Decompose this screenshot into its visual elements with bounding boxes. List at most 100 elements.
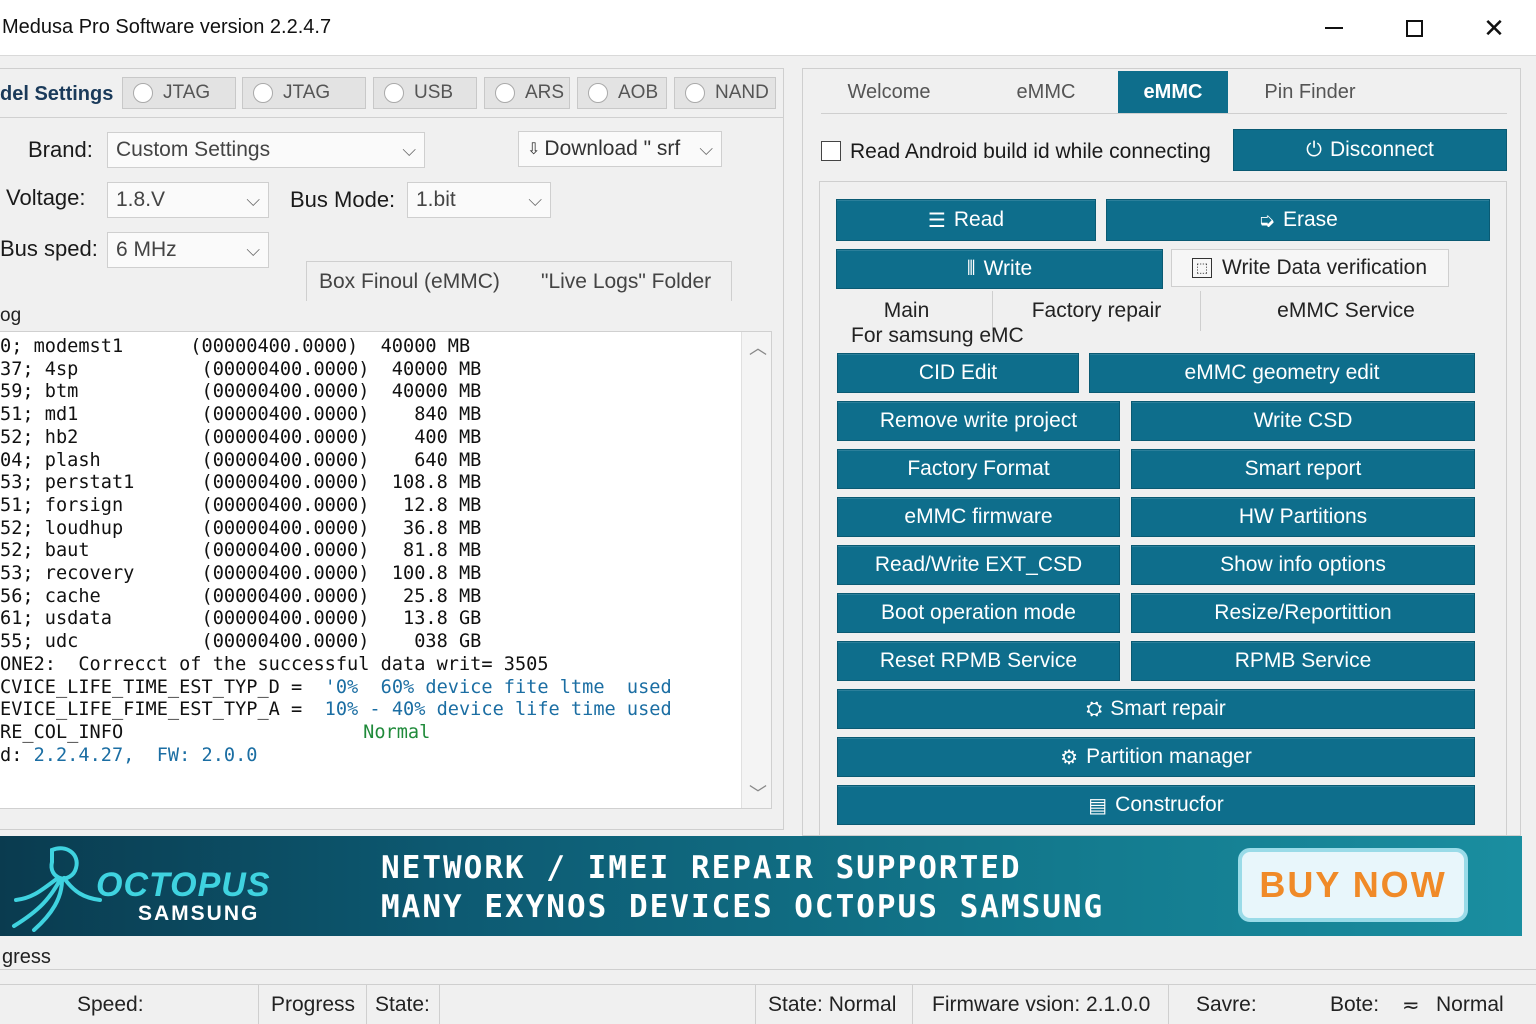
write-verify-checkbox[interactable]: ⬚ Write Data verification [1171, 249, 1449, 287]
connection-tabs: del Settings JTAG JTAG USB ARS AOB NAND [0, 75, 784, 109]
erase-button[interactable]: ➭ Erase [1106, 199, 1490, 241]
disconnect-button[interactable]: ⏻ Disconnect [1233, 129, 1507, 171]
busspeed-select[interactable]: 6 MHz ⌵ [107, 232, 269, 268]
maximize-button[interactable] [1374, 0, 1454, 56]
power-icon: ⏻ [1306, 138, 1322, 161]
write-csd-button[interactable]: Write CSD [1131, 401, 1475, 441]
rw-ext-csd-button[interactable]: Read/Write EXT_CSD [837, 545, 1120, 585]
log-line: d: 2.2.4.27, FW: 2.0.0 [0, 745, 672, 768]
log-label: og [0, 305, 22, 326]
write-button[interactable]: ⦀ Write [836, 249, 1163, 289]
show-info-options-button[interactable]: Show info options [1131, 545, 1475, 585]
tab-label: JTAG [283, 82, 331, 103]
hw-partitions-button[interactable]: HW Partitions [1131, 497, 1475, 537]
radio-icon [588, 83, 608, 103]
boot-operation-mode-button[interactable]: Boot operation mode [837, 593, 1120, 633]
log-line: ONE2: Correcct of the successful data wr… [0, 653, 549, 675]
menu-icon[interactable]: ≂ [1402, 993, 1420, 1018]
chevron-down-icon: ⌵ [402, 140, 416, 160]
samsung-label: For samsung eMC [851, 324, 1024, 347]
constructor-button[interactable]: ▤ Construcfor [837, 785, 1475, 825]
chevron-down-icon: ⌵ [699, 139, 713, 159]
re-col-info: RE_COL_INFO [0, 721, 124, 743]
busmode-value: 1.bit [416, 188, 456, 211]
state-normal: State: Normal [768, 993, 897, 1016]
buy-now-button[interactable]: BUY NOW [1238, 848, 1468, 922]
tab-label: USB [414, 82, 454, 103]
separator [755, 985, 756, 1024]
cid-edit-button[interactable]: CID Edit [837, 353, 1079, 393]
android-id-checkbox[interactable] [821, 141, 841, 161]
maximize-icon [1405, 19, 1423, 37]
window-title: Medusa Pro Software version 2.2.4.7 [2, 16, 332, 38]
tab-emmc-2[interactable]: eMMC [1118, 71, 1228, 113]
mode-normal: Normal [1436, 993, 1504, 1016]
divider [821, 113, 1507, 114]
erase-icon: ➭ [1258, 209, 1275, 232]
checkbox-icon: ⬚ [1192, 258, 1212, 278]
divider [0, 117, 784, 118]
download-select[interactable]: ⇩ Download " srf ⌵ [518, 131, 722, 167]
reset-rpmb-button[interactable]: Reset RPMB Service [837, 641, 1120, 681]
read-button[interactable]: ☰ Read [836, 199, 1096, 241]
voltage-value: 1.8.V [116, 188, 166, 211]
status-normal: Normal [363, 721, 431, 743]
log-line: EVICE_LIFE_FIME_EST_TYP_A = 10% - 40% de… [0, 699, 672, 722]
remove-write-project-button[interactable]: Remove write project [837, 401, 1120, 441]
logo-subtitle: SAMSUNG [138, 902, 260, 925]
chevron-down-icon: ⌵ [246, 240, 260, 260]
status-bar: Speed: Progress State: State: Normal Fir… [0, 984, 1536, 1024]
tab-factory-repair[interactable]: Factory repair [993, 291, 1201, 331]
factory-format-button[interactable]: Factory Format [837, 449, 1120, 489]
tab-welcome[interactable]: Welcome [823, 71, 955, 113]
rpmb-service-button[interactable]: RPMB Service [1131, 641, 1475, 681]
voltage-label: Voltage: [6, 185, 86, 210]
tab-jtag-1[interactable]: JTAG [122, 77, 236, 109]
write-verify-label: Write Data verification [1222, 256, 1428, 279]
life-val-a: 10% - 40% device life time used [313, 699, 672, 721]
separator [439, 985, 440, 1024]
log-line: 59; btm (00000400.0000) 40000 MB [0, 381, 482, 403]
save-label: Savre: [1196, 993, 1257, 1016]
tab-ars[interactable]: ARS [484, 77, 570, 109]
smart-report-button[interactable]: Smart report [1131, 449, 1475, 489]
write-label: Write [983, 257, 1033, 280]
write-icon: ⦀ [966, 257, 976, 280]
smart-repair-button[interactable]: ⛭ Smart repair [837, 689, 1475, 729]
tab-jtag-2[interactable]: JTAG [242, 77, 366, 109]
brand-select[interactable]: Custom Settings ⌵ [107, 132, 425, 168]
close-button[interactable]: ✕ [1454, 0, 1534, 56]
chevron-up-icon[interactable]: ︿ [749, 334, 767, 360]
tab-nand[interactable]: NAND [674, 77, 776, 109]
erase-label: Erase [1282, 208, 1338, 231]
tab-aob[interactable]: AOB [577, 77, 667, 109]
minimize-button[interactable] [1294, 0, 1374, 56]
boot-label: Bote: [1330, 993, 1380, 1016]
tab-emmc-1[interactable]: eMMC [973, 71, 1119, 113]
tab-usb[interactable]: USB [373, 77, 477, 109]
geometry-edit-button[interactable]: eMMC geometry edit [1089, 353, 1475, 393]
chevron-down-icon[interactable]: ﹀ [749, 780, 767, 806]
tab-live-logs[interactable]: "Live Logs" Folder [541, 270, 711, 294]
partition-manager-button[interactable]: ⚙ Partition manager [837, 737, 1475, 777]
progress-bar [0, 944, 1536, 970]
ad-banner[interactable]: OCTOPUS SAMSUNG NETWORK / IMEI REPAIR SU… [0, 836, 1522, 936]
title-bar: Medusa Pro Software version 2.2.4.7 ✕ [0, 0, 1536, 56]
smart-repair-icon: ⛭ [1086, 697, 1103, 720]
log-text: 0; modemst1 (00000400.0000) 40000 MB 37; … [0, 336, 672, 767]
log-line: 51; md1 (00000400.0000) 840 MB [0, 404, 482, 426]
radio-icon [384, 83, 404, 103]
resize-repartition-button[interactable]: Resize/Reportittion [1131, 593, 1475, 633]
busmode-select[interactable]: 1.bit ⌵ [407, 182, 551, 218]
voltage-select[interactable]: 1.8.V ⌵ [107, 182, 269, 218]
tab-emmc-service[interactable]: eMMC Service [1201, 291, 1491, 331]
log-line: 61; usdata (00000400.0000) 13.8 GB [0, 608, 482, 630]
logo-wordmark: OCTOPUS [96, 866, 271, 904]
separator [366, 985, 367, 1024]
separator [912, 985, 913, 1024]
partition-manager-icon: ⚙ [1060, 746, 1079, 769]
emmc-firmware-button[interactable]: eMMC firmware [837, 497, 1120, 537]
tab-pin-finder[interactable]: Pin Finder [1243, 71, 1377, 113]
tab-box-finoul[interactable]: Box Finoul (eMMC) [319, 270, 500, 294]
log-scrollbar[interactable]: ︿ ﹀ [741, 332, 771, 808]
